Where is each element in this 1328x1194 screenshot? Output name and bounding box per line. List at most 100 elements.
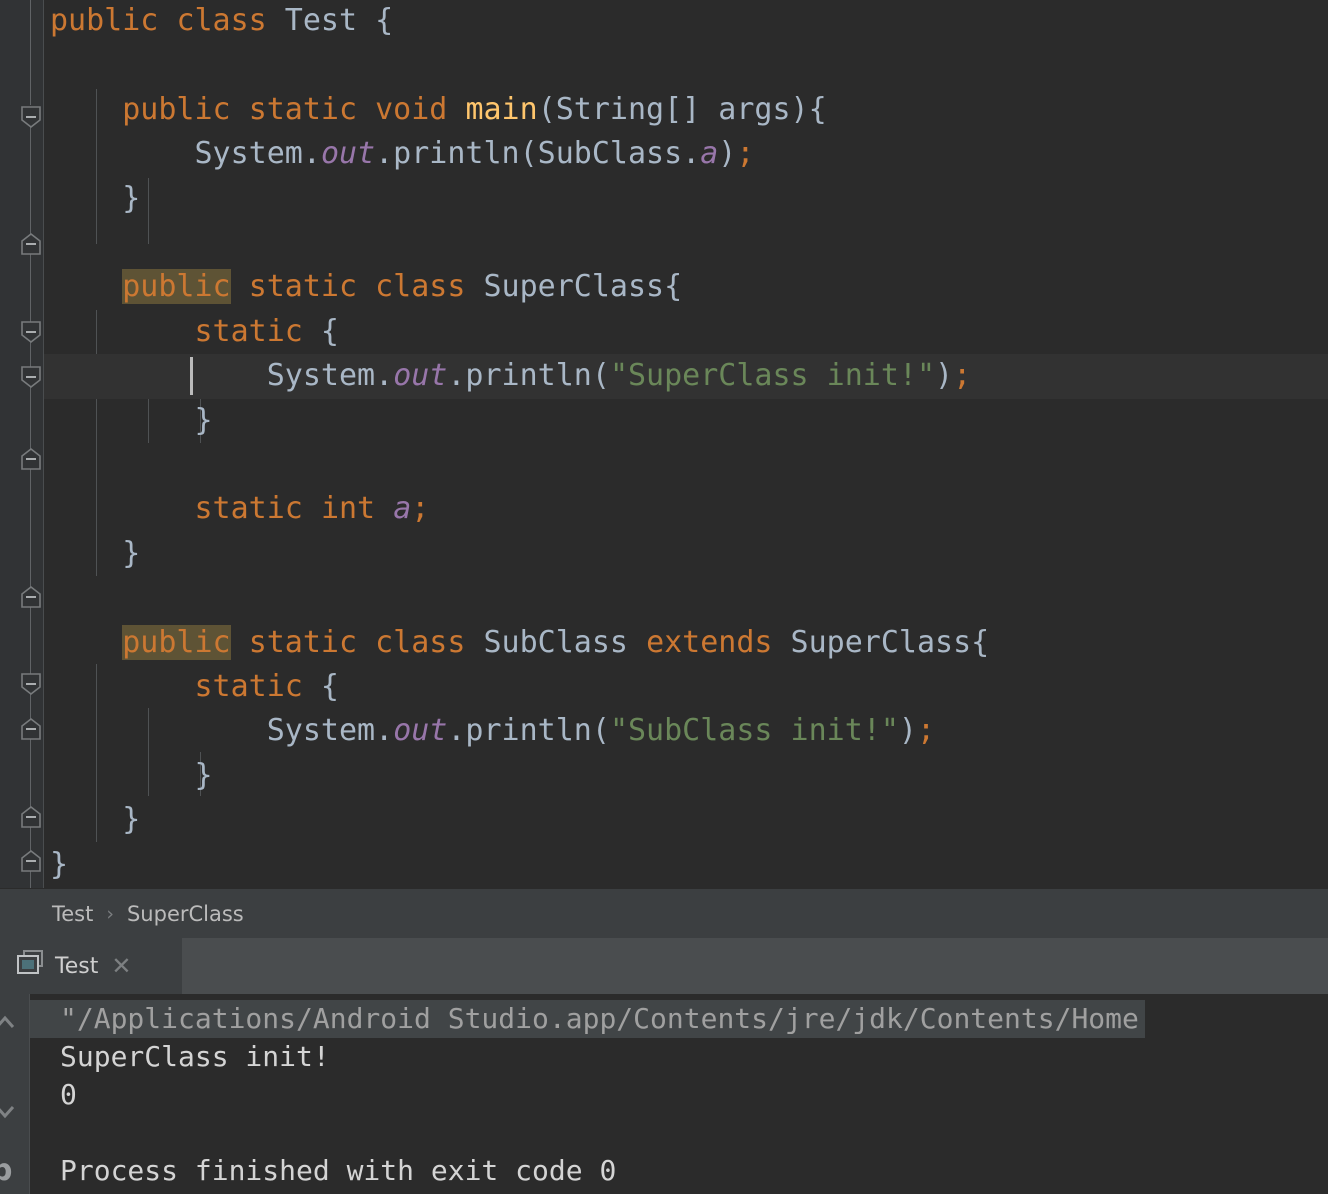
code-token: System. <box>194 136 321 172</box>
code-token: extends <box>646 624 773 660</box>
console-output-line: Process finished with exit code 0 <box>60 1154 617 1187</box>
fold-collapse-icon[interactable] <box>19 320 43 344</box>
code-line[interactable]: System.out.println("SubClass init!"); <box>44 709 1328 753</box>
console-side-toolbar[interactable]: p <box>0 994 30 1194</box>
code-token: a <box>393 491 412 527</box>
code-line[interactable]: } <box>44 798 1328 842</box>
fold-connector-line <box>30 871 31 888</box>
fold-connector-line <box>30 694 31 719</box>
code-token: class <box>375 269 466 305</box>
code-token: .println( <box>447 713 610 749</box>
code-line[interactable]: System.out.println(SubClass.a); <box>44 132 1328 176</box>
text-caret <box>189 357 193 396</box>
code-token: static <box>194 491 303 527</box>
code-line[interactable]: System.out.println("SuperClass init!"); <box>44 354 1328 399</box>
code-token: SuperClass{ <box>772 624 990 660</box>
fold-collapse-icon[interactable] <box>19 672 43 696</box>
fold-connector-line <box>30 469 31 589</box>
code-token: ) <box>898 713 917 749</box>
console-command-line: "/Applications/Android Studio.app/Conten… <box>30 1000 1145 1038</box>
code-token: ; <box>411 491 430 527</box>
code-token: public <box>122 624 231 660</box>
code-line[interactable]: public static class SubClass extends Sup… <box>44 621 1328 665</box>
fold-expand-end-icon[interactable] <box>19 849 43 873</box>
fold-connector-line <box>30 254 31 322</box>
console-output-line: SuperClass init! <box>60 1040 330 1073</box>
console-output[interactable]: "/Applications/Android Studio.app/Conten… <box>30 994 1328 1194</box>
code-line[interactable]: static { <box>44 310 1328 354</box>
code-token: } <box>122 180 141 216</box>
fold-collapse-icon[interactable] <box>19 365 43 389</box>
code-token: } <box>122 802 141 838</box>
code-line[interactable]: static int a; <box>44 487 1328 531</box>
chevron-right-icon: › <box>106 902 114 925</box>
fold-expand-end-icon[interactable] <box>19 232 43 256</box>
run-console[interactable]: p "/Applications/Android Studio.app/Cont… <box>0 994 1328 1194</box>
code-line[interactable]: } <box>44 177 1328 221</box>
fold-connector-line <box>30 607 31 675</box>
code-line[interactable] <box>44 221 1328 265</box>
code-token: System. <box>266 358 394 394</box>
code-line[interactable]: public class Test { <box>44 0 1328 43</box>
code-token: "SubClass init!" <box>609 713 899 749</box>
code-line[interactable]: } <box>44 843 1328 887</box>
code-token: ; <box>953 358 972 394</box>
code-line[interactable]: } <box>44 399 1328 443</box>
breadcrumb-item-test[interactable]: Test <box>52 902 93 926</box>
fold-expand-end-icon[interactable] <box>19 805 43 829</box>
code-token: a <box>700 136 719 172</box>
arrow-down-icon[interactable] <box>0 1096 20 1126</box>
run-tool-tabbar[interactable]: Test ✕ <box>0 938 1328 994</box>
fold-expand-end-icon[interactable] <box>19 717 43 741</box>
code-token: (String[] args){ <box>537 91 827 127</box>
code-line[interactable]: public static void main(String[] args){ <box>44 88 1328 132</box>
code-token: ) <box>718 136 737 172</box>
close-icon[interactable]: ✕ <box>111 954 131 978</box>
breadcrumb[interactable]: Test › SuperClass <box>0 888 1328 938</box>
fold-connector-line <box>30 739 31 809</box>
fold-expand-end-icon[interactable] <box>19 447 43 471</box>
code-content[interactable]: public class Test { public static void m… <box>44 0 1328 888</box>
code-line[interactable]: } <box>44 754 1328 798</box>
console-output-line: 0 <box>60 1078 77 1111</box>
code-token: static <box>194 669 303 704</box>
code-token: class <box>176 3 267 38</box>
editor-gutter[interactable] <box>0 0 44 888</box>
code-line[interactable]: public static class SuperClass{ <box>44 265 1328 309</box>
code-token: ) <box>935 358 954 394</box>
code-token: static <box>248 269 358 305</box>
code-token: System. <box>266 713 394 749</box>
code-token: { <box>302 669 339 704</box>
arrow-up-icon[interactable] <box>0 1008 20 1038</box>
code-token: public <box>122 269 231 305</box>
code-line[interactable] <box>44 576 1328 620</box>
code-token: static <box>248 91 358 127</box>
code-token: public <box>122 91 231 127</box>
code-token: int <box>320 491 376 527</box>
code-token: out <box>393 358 448 394</box>
code-line[interactable]: } <box>44 532 1328 576</box>
code-token: class <box>375 624 466 660</box>
code-editor[interactable]: public class Test { public static void m… <box>0 0 1328 888</box>
code-line[interactable]: static { <box>44 665 1328 709</box>
breadcrumb-item-superclass[interactable]: SuperClass <box>127 902 244 926</box>
fold-collapse-icon[interactable] <box>19 105 43 129</box>
code-line[interactable] <box>44 43 1328 87</box>
run-tab-test[interactable]: Test ✕ <box>0 938 182 994</box>
code-token: static <box>248 624 358 660</box>
fold-expand-end-icon[interactable] <box>19 585 43 609</box>
code-token: SuperClass{ <box>465 269 683 305</box>
code-token: ; <box>736 136 755 172</box>
code-token: } <box>50 846 69 882</box>
toolbar-partial-glyph[interactable]: p <box>0 1153 12 1188</box>
code-line[interactable] <box>44 443 1328 487</box>
code-token: } <box>194 757 213 793</box>
